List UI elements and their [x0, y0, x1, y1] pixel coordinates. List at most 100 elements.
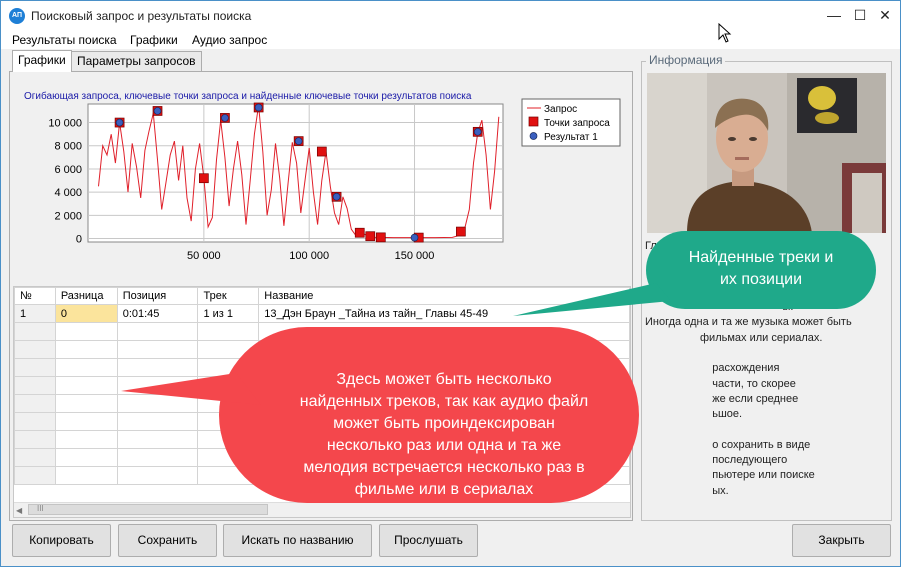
col-header-position[interactable]: Позиция: [116, 287, 199, 305]
col-header-name[interactable]: Название: [258, 287, 630, 305]
result-point: [254, 103, 263, 112]
empty-cell: [116, 376, 199, 395]
info-label: Информация: [646, 53, 726, 67]
query-point: [354, 227, 365, 238]
empty-cell: [116, 322, 199, 341]
empty-cell: [14, 466, 56, 485]
result-point: [332, 192, 341, 201]
close-window-button[interactable]: ✕: [874, 5, 896, 25]
callout-multiple-tracks: Здесь может быть несколько найденных тре…: [219, 327, 639, 503]
info-text-line: фильмах или сериалах.: [645, 331, 823, 344]
col-header-num[interactable]: №: [14, 287, 56, 305]
result-point: [115, 118, 124, 127]
y-tick-label: 2 000: [54, 210, 82, 222]
info-text-line: же если среднее: [645, 392, 799, 405]
save-button[interactable]: Сохранить: [118, 524, 217, 557]
chart-svg: 0 2 000 4 000 6 000 8 000 10 000 50 000 100 000…: [48, 98, 621, 262]
info-text-line: Иногда одна и та же музыка может быть: [645, 316, 852, 329]
empty-cell: [14, 340, 56, 359]
table-row[interactable]: 1 0 0:01:45 1 из 1 13_Дэн Браун _Тайна и…: [14, 304, 630, 323]
empty-cell: [14, 430, 56, 449]
empty-cell: [54, 466, 118, 485]
empty-cell: [14, 412, 56, 431]
empty-cell: [116, 466, 199, 485]
query-point: [365, 231, 376, 242]
title-bar: АП Поисковый запрос и результаты поиска …: [1, 1, 900, 31]
app-icon: АП: [9, 8, 25, 24]
info-text-line: [645, 346, 887, 361]
col-header-diff[interactable]: Разница: [54, 287, 118, 305]
result-point: [294, 137, 303, 145]
empty-cell: [54, 412, 118, 431]
result-point: [410, 233, 419, 242]
window-title: Поисковый запрос и результаты поиска: [31, 9, 252, 23]
y-tick-label: 4 000: [54, 187, 82, 199]
scroll-grip-icon: III: [37, 504, 44, 513]
legend-entry: Точки запроса: [544, 118, 610, 129]
listen-button[interactable]: Прослушать: [379, 524, 478, 557]
result-point: [221, 114, 229, 122]
legend-circle-swatch: [529, 132, 538, 140]
menu-search-results[interactable]: Результаты поиска: [12, 33, 117, 47]
maximize-button[interactable]: ☐: [849, 5, 871, 25]
query-point: [199, 173, 209, 184]
person-photo-image: [647, 73, 886, 233]
row-position[interactable]: 0:01:45: [116, 304, 199, 323]
info-text-line: пьютере или поиске: [645, 469, 815, 482]
empty-cell: [116, 394, 199, 413]
info-text-line: части, то скорее: [645, 377, 796, 390]
empty-cell: [116, 358, 199, 377]
query-point: [456, 226, 466, 237]
result-point: [153, 107, 162, 115]
query-point: [316, 146, 327, 157]
callout-found-tracks: Найденные треки и их позиции: [646, 231, 876, 309]
search-by-name-button[interactable]: Искать по названию: [223, 524, 372, 557]
minimize-button[interactable]: —: [823, 5, 845, 25]
empty-cell: [116, 448, 199, 467]
scroll-left-icon[interactable]: ◀: [16, 506, 22, 515]
empty-cell: [14, 394, 56, 413]
info-text-line: ых.: [645, 484, 729, 497]
empty-cell: [54, 394, 118, 413]
legend-entry: Запрос: [544, 104, 577, 115]
copy-button[interactable]: Копировать: [12, 524, 111, 557]
info-text-line: последующего: [645, 454, 788, 467]
query-point: [375, 232, 386, 243]
main-window: АП Поисковый запрос и результаты поиска …: [0, 0, 901, 567]
menu-bar: Результаты поиска Графики Аудио запрос: [1, 31, 900, 49]
tab-query-params[interactable]: Параметры запросов: [71, 51, 202, 71]
empty-cell: [54, 322, 118, 341]
scroll-thumb[interactable]: III: [28, 504, 268, 515]
horizontal-scrollbar[interactable]: ◀ III: [14, 502, 630, 517]
info-text-line: о сохранить в виде: [645, 438, 811, 451]
y-tick-label: 6 000: [54, 164, 82, 176]
result-point: [473, 127, 482, 136]
table-header-row: № Разница Позиция Трек Название: [14, 287, 630, 305]
row-name[interactable]: 13_Дэн Браун _Тайна из тайн_ Главы 45-49: [258, 304, 630, 323]
empty-cell: [116, 412, 199, 431]
info-text-line: ьшое.: [645, 408, 743, 421]
empty-cell: [54, 376, 118, 395]
x-tick-label: 100 000: [289, 250, 329, 262]
x-tick-label: 150 000: [395, 250, 435, 262]
row-diff[interactable]: 0: [54, 304, 118, 323]
empty-cell: [54, 430, 118, 449]
empty-cell: [54, 340, 118, 359]
col-header-track[interactable]: Трек: [197, 287, 260, 305]
tab-charts[interactable]: Графики: [12, 50, 72, 72]
legend-entry: Результат 1: [544, 132, 598, 143]
info-text-line: [645, 423, 887, 438]
info-text-line: расхождения: [645, 362, 780, 375]
row-track[interactable]: 1 из 1: [197, 304, 260, 323]
empty-cell: [116, 340, 199, 359]
empty-cell: [14, 376, 56, 395]
empty-cell: [14, 448, 56, 467]
close-button[interactable]: Закрыть: [792, 524, 891, 557]
empty-cell: [54, 358, 118, 377]
callout-found-tracks-text: Найденные треки и их позиции: [688, 249, 834, 288]
row-number: 1: [14, 304, 56, 323]
legend-square-swatch: [528, 116, 539, 127]
mouse-cursor-icon: [718, 23, 732, 43]
menu-audio-query[interactable]: Аудио запрос: [192, 33, 267, 47]
menu-charts[interactable]: Графики: [130, 33, 178, 47]
